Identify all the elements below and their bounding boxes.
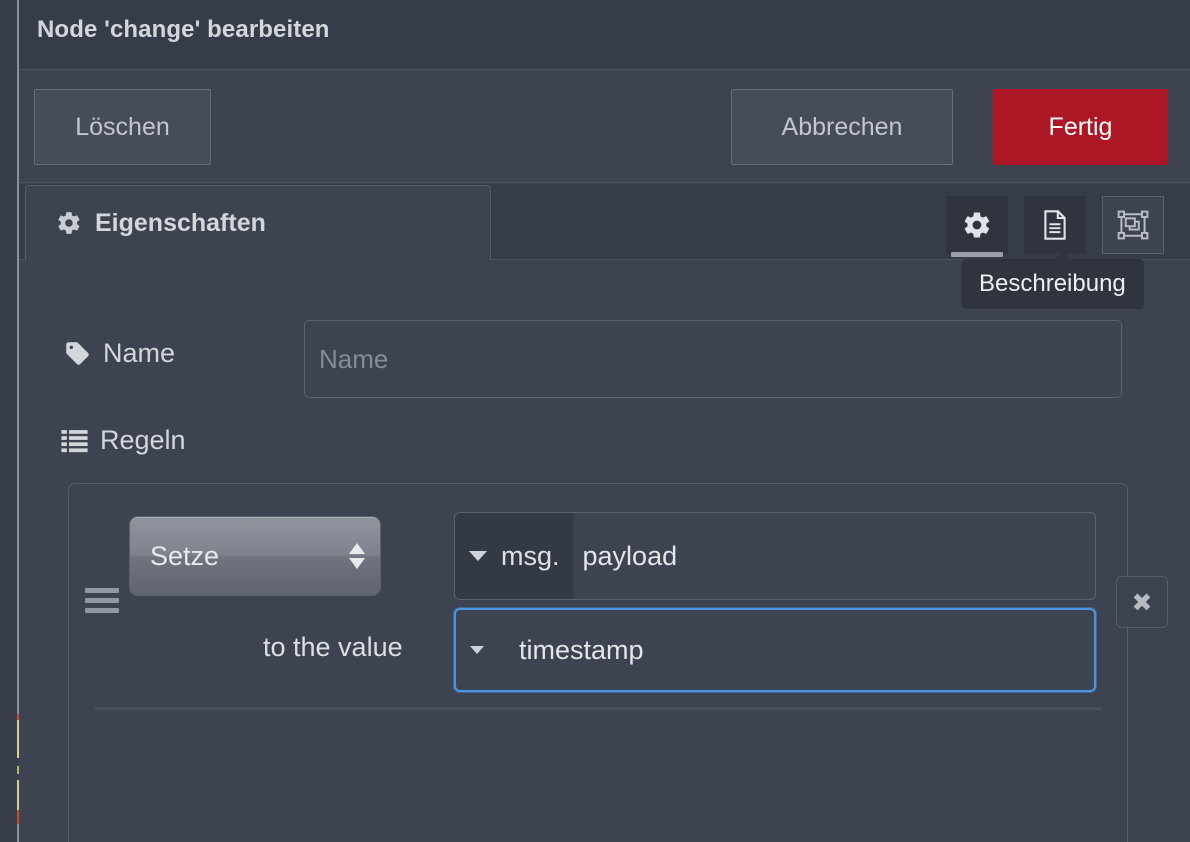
name-field-label: Name xyxy=(64,338,175,369)
dialog-header: Node 'change' bearbeiten xyxy=(19,0,1190,70)
rules-label-text: Regeln xyxy=(100,425,186,455)
document-icon xyxy=(1040,209,1070,241)
rule-drag-handle[interactable] xyxy=(85,588,119,613)
rule-to-value-label: to the value xyxy=(263,632,403,662)
description-tooltip: Beschreibung xyxy=(961,251,1144,309)
rule-target-value[interactable]: timestamp xyxy=(509,610,1094,690)
rule-row: Setze msg. payload to the value timestam… xyxy=(69,484,1168,710)
rule-delete-button[interactable]: ✖ xyxy=(1116,576,1168,628)
edit-dialog: Node 'change' bearbeiten Löschen Abbrech… xyxy=(19,0,1190,842)
rules-section-label: Regeln xyxy=(61,425,186,456)
rule-property-value[interactable]: payload xyxy=(573,513,1095,599)
drag-handle-bar xyxy=(85,598,119,603)
rule-property-type-selector[interactable]: msg. xyxy=(455,513,573,599)
gear-icon xyxy=(56,210,82,236)
list-icon xyxy=(61,429,88,453)
rule-separator xyxy=(95,707,1101,710)
description-icon-button[interactable] xyxy=(1024,196,1086,254)
flow-canvas-strip xyxy=(0,0,19,842)
rule-action-select-wrapper: Setze xyxy=(129,516,381,596)
chevron-down-icon xyxy=(469,551,487,561)
dialog-button-bar: Löschen Abbrechen Fertig xyxy=(19,71,1190,183)
chevron-down-icon xyxy=(470,646,484,654)
node-edit-dialog-screen: Node 'change' bearbeiten Löschen Abbrech… xyxy=(0,0,1190,842)
rule-property-type-label: msg. xyxy=(501,540,560,571)
appearance-icon xyxy=(1117,210,1149,240)
tag-icon xyxy=(64,340,91,367)
dialog-tab-strip: Eigenschaften xyxy=(19,184,1190,260)
rule-target-typed-input[interactable]: timestamp xyxy=(454,608,1096,692)
close-icon: ✖ xyxy=(1131,587,1153,617)
rules-list-container: Setze msg. payload to the value timestam… xyxy=(68,483,1168,842)
name-label-text: Name xyxy=(103,338,176,368)
rule-target-type-selector[interactable] xyxy=(456,610,509,690)
dialog-body: Name Reg xyxy=(19,260,1190,842)
rule-action-select[interactable]: Setze xyxy=(129,516,381,596)
name-row: Name xyxy=(19,318,1190,400)
appearance-icon-button[interactable] xyxy=(1102,196,1164,254)
delete-button[interactable]: Löschen xyxy=(34,89,211,165)
drag-handle-bar xyxy=(85,608,119,613)
rule-property-typed-input[interactable]: msg. payload xyxy=(454,512,1096,600)
tab-eigenschaften[interactable]: Eigenschaften xyxy=(25,185,491,260)
tab-label-eigenschaften: Eigenschaften xyxy=(95,208,266,237)
cancel-button[interactable]: Abbrechen xyxy=(731,89,953,165)
gear-icon xyxy=(962,210,992,240)
done-button[interactable]: Fertig xyxy=(993,89,1168,165)
drag-handle-bar xyxy=(85,588,119,593)
properties-icon-button[interactable] xyxy=(946,196,1008,257)
name-input[interactable] xyxy=(304,320,1122,398)
dialog-title: Node 'change' bearbeiten xyxy=(37,16,330,43)
